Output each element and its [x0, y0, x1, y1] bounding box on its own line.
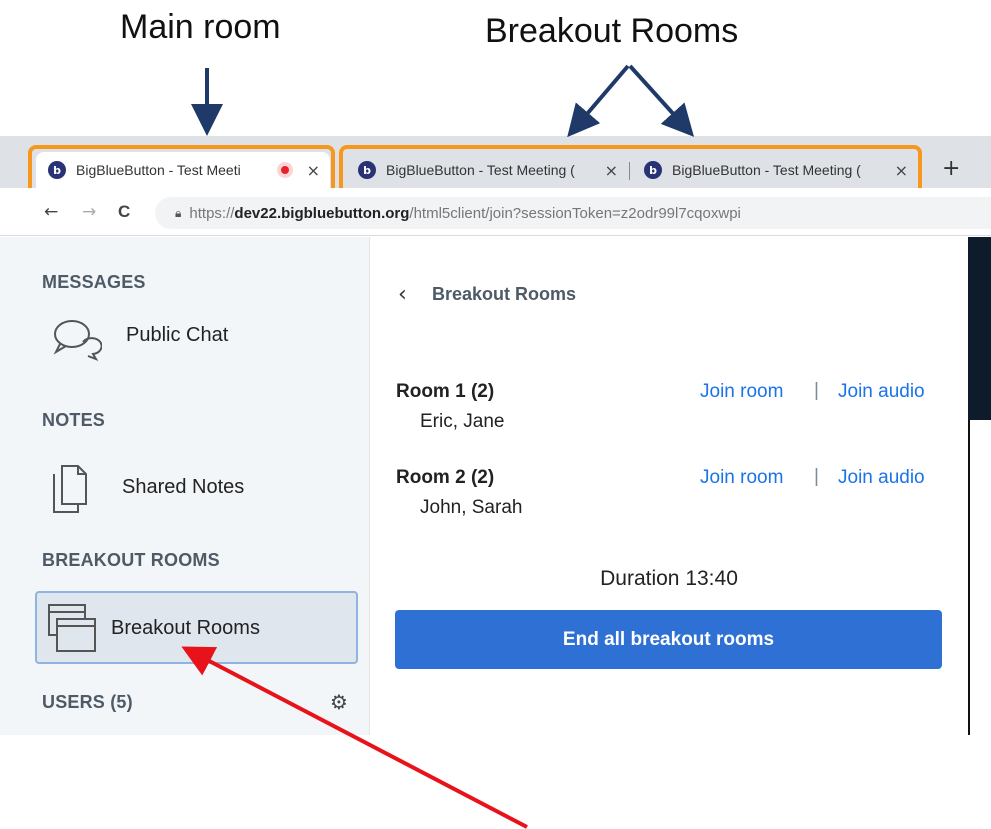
presentation-area-edge: [968, 237, 991, 420]
sidebar-item-breakout-rooms[interactable]: Breakout Rooms: [35, 591, 358, 664]
sidebar-item-label: Shared Notes: [122, 476, 245, 498]
url-path: /html5client/join?sessionToken=z2odr99l7…: [409, 204, 741, 222]
breakout-duration: Duration 13:40: [600, 567, 738, 590]
back-arrow-icon[interactable]: ←: [44, 202, 58, 222]
room-name: Room 2 (2): [396, 467, 495, 488]
presentation-area-border: [968, 420, 970, 735]
url-field[interactable]: 🔒︎ https://dev22.bigbluebutton.org/html5…: [155, 197, 991, 229]
join-room-link[interactable]: Join room: [700, 467, 783, 489]
join-audio-link[interactable]: Join audio: [838, 381, 925, 403]
main-room-annotation: Main room: [120, 8, 281, 46]
notes-section-title: NOTES: [42, 410, 106, 430]
room-users: Eric, Jane: [420, 411, 505, 432]
messages-section-title: MESSAGES: [42, 272, 146, 292]
breakout-rooms-annotation: Breakout Rooms: [485, 12, 739, 50]
lock-icon: 🔒︎: [175, 205, 182, 220]
users-section-title: USERS (5): [42, 692, 133, 712]
breakout-arrow-right: [628, 64, 695, 137]
new-tab-icon[interactable]: +: [942, 156, 960, 181]
join-audio-link[interactable]: Join audio: [838, 467, 925, 489]
sidebar-item-label: Breakout Rooms: [111, 617, 260, 639]
sidebar-item-public-chat[interactable]: Public Chat: [40, 310, 360, 366]
join-room-link[interactable]: Join room: [700, 381, 783, 403]
breakout-section-title: BREAKOUT ROOMS: [42, 550, 220, 570]
back-chevron-icon[interactable]: ‹: [398, 282, 407, 307]
sidebar-item-label: Public Chat: [126, 324, 229, 346]
gear-icon[interactable]: ⚙︎: [330, 690, 348, 714]
room-name: Room 1 (2): [396, 381, 495, 402]
reload-icon[interactable]: C: [118, 202, 130, 222]
forward-arrow-icon[interactable]: →: [82, 202, 96, 222]
link-separator: |: [814, 380, 819, 401]
end-all-breakout-rooms-button[interactable]: End all breakout rooms: [395, 610, 942, 669]
sidebar-item-shared-notes[interactable]: Shared Notes: [40, 460, 360, 516]
chat-icon: [53, 320, 102, 361]
breakout-arrow-left: [567, 64, 630, 138]
breakout-windows-icon: [48, 604, 96, 652]
url-scheme: https://: [189, 204, 235, 222]
panel-title: Breakout Rooms: [432, 284, 577, 304]
room-users: John, Sarah: [420, 497, 523, 518]
link-separator: |: [814, 466, 819, 487]
url-host: dev22.bigbluebutton.org: [234, 204, 410, 222]
notes-icon: [53, 465, 87, 513]
